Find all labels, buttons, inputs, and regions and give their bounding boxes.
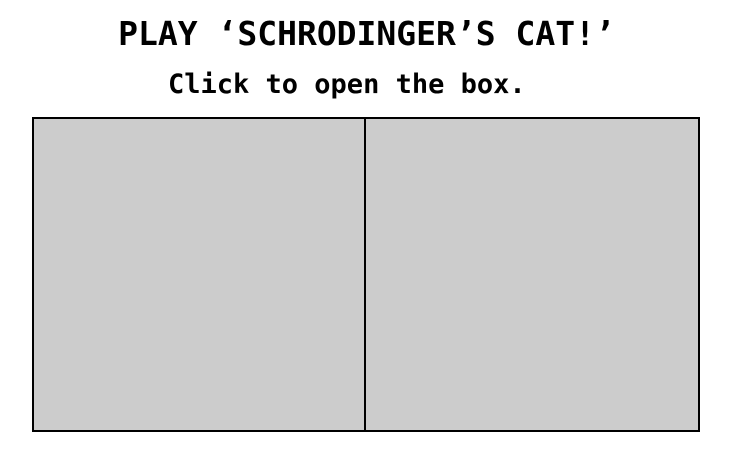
box-left[interactable] xyxy=(34,119,366,430)
box-right[interactable] xyxy=(366,119,698,430)
instruction-text: Click to open the box. xyxy=(168,69,526,100)
game-title: PLAY ‘SCHRODINGER’S CAT!’ xyxy=(118,14,615,53)
game-board xyxy=(32,117,700,432)
